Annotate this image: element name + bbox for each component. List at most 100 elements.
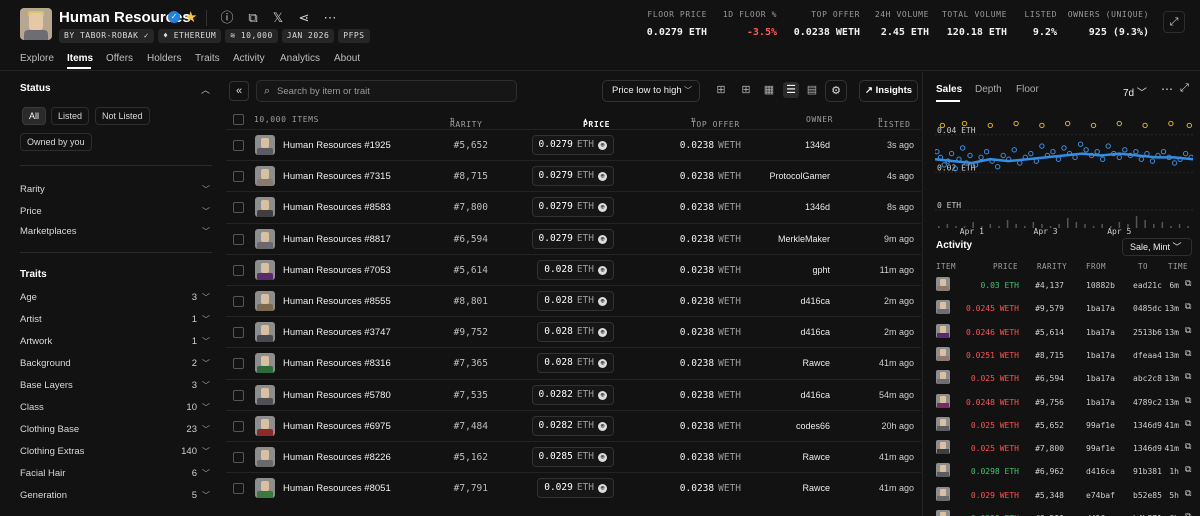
row-checkbox[interactable] — [233, 296, 244, 307]
activity-from[interactable]: 1ba17a — [1086, 351, 1115, 360]
item-name[interactable]: Human Resources #7053 — [283, 265, 391, 276]
activity-row[interactable]: 0.025 WETH #7,800 99af1e 1346d9 41m ⧉ — [923, 437, 1200, 460]
table-row[interactable]: Human Resources #5780 #7,535 0.0282 ETH ⊕ 0.0… — [226, 378, 921, 410]
table-view-icon[interactable]: ▤ — [804, 82, 820, 98]
buy-price-button[interactable]: 0.0285 ETH ⊕ — [531, 447, 614, 467]
item-thumbnail[interactable] — [255, 447, 275, 467]
item-thumbnail[interactable] — [255, 353, 275, 374]
table-row[interactable]: Human Resources #8817 #6,594 0.0279 ETH ⊕ 0.0… — [226, 222, 921, 254]
buy-price-button[interactable]: 0.029 ETH ⊕ — [537, 478, 614, 499]
activity-from[interactable]: 99af1e — [1086, 444, 1115, 453]
activity-row[interactable]: 0.025 WETH #5,652 99af1e 1346d9 41m ⧉ — [923, 414, 1200, 437]
tab-activity[interactable]: Activity — [233, 53, 265, 64]
row-checkbox[interactable] — [233, 452, 244, 463]
trait-clothing-base[interactable]: Clothing Base 23 ﹀ — [20, 424, 212, 438]
favorite-star-icon[interactable]: ★ — [184, 8, 197, 26]
collapse-sidebar-button[interactable]: « — [229, 81, 249, 101]
buy-price-button[interactable]: 0.0282 ETH ⊕ — [531, 384, 614, 405]
item-owner[interactable]: Rawce — [802, 483, 830, 493]
status-all-pill[interactable]: All — [22, 107, 47, 125]
tab-floor[interactable]: Floor — [1016, 84, 1039, 95]
activity-thumbnail[interactable] — [936, 463, 950, 478]
activity-to[interactable]: ead21c — [1133, 281, 1162, 290]
external-link-icon[interactable]: ⧉ — [1185, 396, 1191, 406]
status-not-listed-pill[interactable]: Not Listed — [95, 107, 150, 125]
item-owner[interactable]: gpht — [812, 265, 830, 275]
activity-thumbnail[interactable] — [936, 393, 950, 408]
activity-thumbnail[interactable] — [936, 440, 950, 455]
col-price[interactable]: PRICE ▴ — [583, 115, 609, 129]
item-name[interactable]: Human Resources #8555 — [283, 296, 391, 307]
table-row[interactable]: Human Resources #8226 #5,162 0.0285 ETH ⊕ 0.0… — [226, 441, 921, 472]
buy-price-button[interactable]: 0.028 ETH ⊕ — [537, 291, 614, 311]
row-checkbox[interactable] — [233, 140, 244, 151]
table-row[interactable]: Human Resources #1925 #5,652 0.0279 ETH ⊕ 0.0… — [226, 129, 921, 160]
item-owner[interactable]: d416ca — [800, 390, 830, 400]
tab-sales[interactable]: Sales — [936, 84, 962, 95]
table-row[interactable]: Human Resources #6975 #7,484 0.0282 ETH ⊕ 0.0… — [226, 409, 921, 441]
trait-clothing-extras[interactable]: Clothing Extras 140 ﹀ — [20, 446, 212, 460]
grid-large-icon[interactable]: ⊞ — [713, 82, 729, 98]
activity-to[interactable]: 4789c2 — [1133, 398, 1162, 407]
item-thumbnail[interactable] — [255, 322, 275, 343]
gear-icon[interactable]: ⚙ — [825, 80, 847, 102]
buy-price-button[interactable]: 0.028 ETH ⊕ — [537, 353, 614, 374]
activity-to[interactable]: abc2c8 — [1133, 374, 1162, 383]
filter-marketplaces[interactable]: Marketplaces ﹀ — [20, 226, 212, 240]
item-name[interactable]: Human Resources #8051 — [283, 483, 391, 494]
row-checkbox[interactable] — [233, 389, 244, 401]
item-name[interactable]: Human Resources #8316 — [283, 358, 391, 369]
activity-filter-dropdown[interactable]: Sale, Mint ﹀ — [1122, 238, 1192, 256]
trait-base-layers[interactable]: Base Layers 3 ﹀ — [20, 380, 212, 394]
buy-price-button[interactable]: 0.0279 ETH ⊕ — [531, 135, 614, 155]
activity-from[interactable]: 10882b — [1086, 281, 1115, 290]
activity-row[interactable]: 0.0246 WETH #5,614 1ba17a 2513b6 13m ⧉ — [923, 321, 1200, 344]
table-row[interactable]: Human Resources #7053 #5,614 0.028 ETH ⊕ 0.02… — [226, 253, 921, 285]
activity-to[interactable]: 1346d9 — [1133, 421, 1162, 430]
table-row[interactable]: Human Resources #3747 #9,752 0.028 ETH ⊕ 0.02… — [226, 316, 921, 347]
trait-class[interactable]: Class 10 ﹀ — [20, 402, 212, 416]
item-thumbnail[interactable] — [255, 478, 275, 499]
col-listed[interactable]: LISTED ⇅ — [878, 115, 910, 129]
activity-row[interactable]: 0.0245 WETH #9,579 1ba17a 0485dc 13m ⧉ — [923, 297, 1200, 320]
activity-thumbnail[interactable] — [936, 300, 950, 315]
item-thumbnail[interactable] — [255, 415, 275, 436]
expand-icon[interactable]: ⤢ — [1180, 82, 1189, 95]
external-link-icon[interactable]: ⧉ — [1185, 465, 1191, 475]
external-link-icon[interactable]: ⧉ — [1185, 349, 1191, 359]
category-chip[interactable]: PFPS — [338, 29, 370, 43]
activity-row[interactable]: 0.0298 ETH#6,586d416cab4b5716h⧉ — [923, 507, 1200, 516]
item-owner[interactable]: d416ca — [800, 327, 830, 337]
external-link-icon[interactable]: ⧉ — [1185, 326, 1191, 336]
table-row[interactable]: Human Resources #8555 #8,801 0.028 ETH ⊕ 0.02… — [226, 285, 921, 316]
more-options-icon[interactable]: ⋯ — [322, 10, 338, 26]
col-rarity[interactable]: RARITY ⇅ — [450, 115, 482, 129]
select-all-checkbox[interactable] — [233, 114, 244, 125]
insights-button[interactable]: ↗ Insights — [859, 80, 918, 102]
time-range-dropdown[interactable]: 7d ﹀ — [1123, 84, 1147, 99]
item-owner[interactable]: 1346d — [805, 140, 830, 150]
table-row[interactable]: Human Resources #8316 #7,365 0.028 ETH ⊕ 0.02… — [226, 347, 921, 378]
buy-price-button[interactable]: 0.0279 ETH ⊕ — [531, 228, 614, 249]
col-top-offer[interactable]: TOP OFFER ⇅ — [691, 115, 739, 129]
x-twitter-icon[interactable]: 𝕏 — [270, 10, 286, 26]
activity-thumbnail[interactable] — [936, 370, 950, 385]
external-link-icon[interactable]: ⧉ — [1185, 279, 1191, 289]
activity-thumbnail[interactable] — [936, 416, 950, 431]
activity-thumbnail[interactable] — [936, 510, 950, 516]
activity-thumbnail[interactable] — [936, 277, 950, 291]
item-name[interactable]: Human Resources #1925 — [283, 140, 391, 151]
filter-price[interactable]: Price ﹀ — [20, 206, 212, 220]
item-owner[interactable]: d416ca — [800, 296, 830, 306]
sort-dropdown[interactable]: Price low to high ﹀ — [602, 80, 700, 102]
creator-chip[interactable]: BY TABOR-ROBAK ✓ — [59, 29, 155, 43]
item-name[interactable]: Human Resources #5780 — [283, 390, 391, 401]
activity-to[interactable]: 1346d9 — [1133, 444, 1162, 453]
item-thumbnail[interactable] — [255, 384, 275, 405]
item-name[interactable]: Human Resources #8583 — [283, 202, 391, 213]
item-thumbnail[interactable] — [255, 135, 275, 155]
activity-thumbnail[interactable] — [936, 346, 950, 361]
table-row[interactable]: Human Resources #7315 #8,715 0.0279 ETH ⊕ 0.0… — [226, 160, 921, 191]
trait-facial-hair[interactable]: Facial Hair 6 ﹀ — [20, 468, 212, 482]
status-owned-pill[interactable]: Owned by you — [20, 133, 92, 151]
